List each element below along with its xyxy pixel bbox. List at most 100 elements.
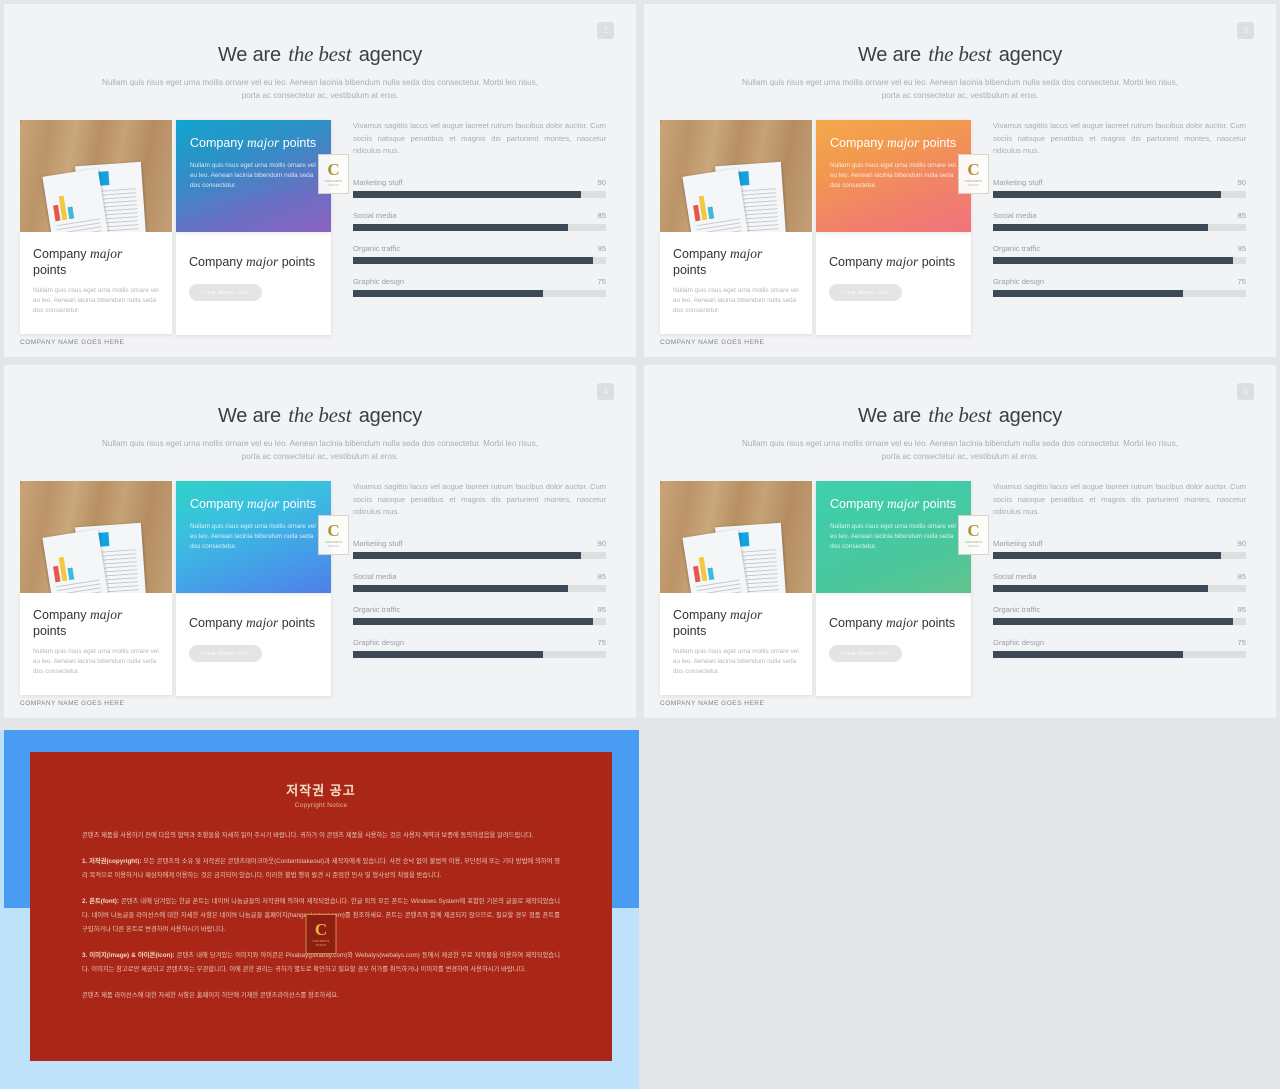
card-company-points-gradient[interactable]: Company major points Nullam quis risus e…	[816, 481, 989, 593]
view-more-info-button[interactable]: VIEW MORE INFO	[189, 645, 263, 662]
column-right: Vivamus sagittis lacus vel augue laoreet…	[993, 481, 1260, 688]
card-title: Company major points	[673, 246, 799, 278]
contents-takeout-watermark-icon: C CONTENTS TAKEOUT	[958, 515, 989, 555]
skill-head: Marketing stuff 90	[353, 178, 606, 187]
skill-bars: Marketing stuff 90 Social media 85 Organ…	[993, 178, 1246, 297]
card-title-pre: Company	[189, 255, 246, 269]
view-more-info-button[interactable]: VIEW MORE INFO	[189, 284, 263, 301]
card-body: Nullam quis risus eget urna mollis ornar…	[673, 648, 799, 675]
slide-number-badge[interactable]: 4	[597, 383, 614, 400]
card-title-post: points	[918, 255, 956, 269]
card-company-points-gradient[interactable]: Company major points Nullam quis risus e…	[176, 120, 349, 232]
slide-preview-3[interactable]: 3 We are the best agency Nullam quis ris…	[640, 0, 1280, 361]
card-company-points-left[interactable]: Company major points Nullam quis risus e…	[20, 232, 172, 334]
skill-value: 75	[597, 276, 606, 286]
watermark-line-2: TAKEOUT	[327, 184, 340, 187]
skill-bar-fill	[993, 650, 1183, 658]
headline-emphasis: the best	[288, 403, 352, 427]
skill-head: Graphic design 75	[993, 277, 1246, 286]
skill-bar-track	[993, 223, 1246, 231]
headline-post: agency	[993, 44, 1063, 66]
card-title-em: major	[245, 254, 279, 269]
desk-documents-photo	[20, 120, 172, 232]
company-name-footer: COMPANY NAME GOES HERE	[660, 339, 765, 346]
contents-takeout-watermark-icon: C CONTENTS TAKEOUT	[318, 515, 349, 555]
skill-head: Graphic design 75	[353, 638, 606, 647]
column-right: Vivamus sagittis lacus vel augue laoreet…	[353, 120, 620, 327]
skill-bar-track	[353, 551, 606, 559]
card-title-pre: Company	[190, 136, 247, 150]
skill-value: 85	[597, 210, 606, 220]
slide-number-badge[interactable]: 2	[597, 22, 614, 39]
copyright-intro: 콘텐츠 제품을 사용하기 전에 다음의 협약과 조항들을 자세히 읽어 주시기 …	[82, 832, 534, 839]
card-title: Company major points	[190, 496, 317, 512]
skill-head: Organic traffic 95	[353, 605, 606, 614]
headline-pre: We are	[217, 44, 287, 66]
slide-number-badge[interactable]: 5	[1237, 383, 1254, 400]
skill-row: Social media 85	[993, 211, 1246, 231]
skill-row: Social media 85	[993, 572, 1246, 592]
slide-body: Company major points Nullam quis risus e…	[20, 481, 620, 696]
card-company-points-middle[interactable]: Company major points VIEW MORE INFO	[176, 593, 331, 696]
slide-number-badge[interactable]: 3	[1237, 22, 1254, 39]
card-title-post: points	[278, 616, 316, 630]
card-company-points-middle[interactable]: Company major points VIEW MORE INFO	[816, 593, 971, 696]
skill-row: Graphic design 75	[353, 638, 606, 658]
skill-head: Marketing stuff 90	[353, 539, 606, 548]
skill-bar-fill	[353, 584, 569, 592]
company-name-footer: COMPANY NAME GOES HERE	[20, 700, 125, 707]
view-more-info-button[interactable]: VIEW MORE INFO	[829, 284, 903, 301]
card-title-post: points	[673, 624, 707, 638]
slide-preview-4[interactable]: 4 We are the best agency Nullam quis ris…	[0, 361, 640, 722]
skill-label: Marketing stuff	[993, 538, 1043, 548]
slide-preview-2[interactable]: 2 We are the best agency Nullam quis ris…	[0, 0, 640, 361]
page-subtitle: Nullam quis risus eget urna mollis ornar…	[102, 78, 538, 100]
card-body: Nullam quis risus eget urna mollis ornar…	[190, 162, 316, 189]
skill-value: 90	[1237, 538, 1246, 548]
description-paragraph: Vivamus sagittis lacus vel augue laoreet…	[353, 121, 606, 155]
slide-preview-5[interactable]: 5 We are the best agency Nullam quis ris…	[640, 361, 1280, 722]
description-paragraph: Vivamus sagittis lacus vel augue laoreet…	[353, 482, 606, 516]
skill-bar-track	[353, 223, 606, 231]
card-title-pre: Company	[829, 616, 886, 630]
watermark-letter: C	[967, 521, 980, 540]
card-title: Company major points	[189, 254, 318, 270]
slide-grid: 2 We are the best agency Nullam quis ris…	[0, 0, 1280, 722]
card-title-em: major	[886, 135, 920, 150]
skill-value: 75	[1237, 637, 1246, 647]
headline-post: agency	[353, 405, 423, 427]
card-company-points-gradient[interactable]: Company major points Nullam quis risus e…	[816, 120, 989, 232]
skill-head: Social media 85	[993, 211, 1246, 220]
slide-body: Company major points Nullam quis risus e…	[660, 120, 1260, 335]
skill-bar-track	[993, 190, 1246, 198]
card-company-points-middle[interactable]: Company major points VIEW MORE INFO	[176, 232, 331, 335]
card-company-points-gradient[interactable]: Company major points Nullam quis risus e…	[176, 481, 349, 593]
card-title-pre: Company	[33, 608, 90, 622]
card-company-points-left[interactable]: Company major points Nullam quis risus e…	[660, 232, 812, 334]
card-company-points-left[interactable]: Company major points Nullam quis risus e…	[660, 593, 812, 695]
skill-label: Organic traffic	[353, 604, 401, 614]
slide-canvas: 5 We are the best agency Nullam quis ris…	[656, 373, 1264, 712]
column-left: Company major points Nullam quis risus e…	[20, 120, 172, 334]
card-title-em: major	[886, 496, 920, 511]
card-title: Company major points	[830, 496, 957, 512]
slide-body: Company major points Nullam quis risus e…	[660, 481, 1260, 696]
skill-bar-fill	[353, 190, 581, 198]
copyright-item-3-label: 3. 이미지(image) & 아이콘(icon):	[82, 952, 175, 959]
view-more-info-button[interactable]: VIEW MORE INFO	[829, 645, 903, 662]
skill-label: Social media	[993, 571, 1037, 581]
skill-label: Organic traffic	[353, 243, 401, 253]
card-title-pre: Company	[33, 247, 90, 261]
card-company-points-left[interactable]: Company major points Nullam quis risus e…	[20, 593, 172, 695]
skill-value: 90	[597, 177, 606, 187]
card-company-points-middle[interactable]: Company major points VIEW MORE INFO	[816, 232, 971, 335]
headline-pre: We are	[857, 44, 927, 66]
slide-preview-page: 2 We are the best agency Nullam quis ris…	[0, 0, 1280, 1089]
desk-documents-photo	[660, 481, 812, 593]
card-title-pre: Company	[673, 247, 730, 261]
skill-row: Marketing stuff 90	[993, 178, 1246, 198]
skill-label: Graphic design	[353, 276, 405, 286]
skill-value: 95	[597, 243, 606, 253]
copyright-notice-panel[interactable]: 저작권 공고 Copyright Notice 콘텐츠 제품을 사용하기 전에 …	[0, 727, 639, 1089]
skill-value: 90	[597, 538, 606, 548]
